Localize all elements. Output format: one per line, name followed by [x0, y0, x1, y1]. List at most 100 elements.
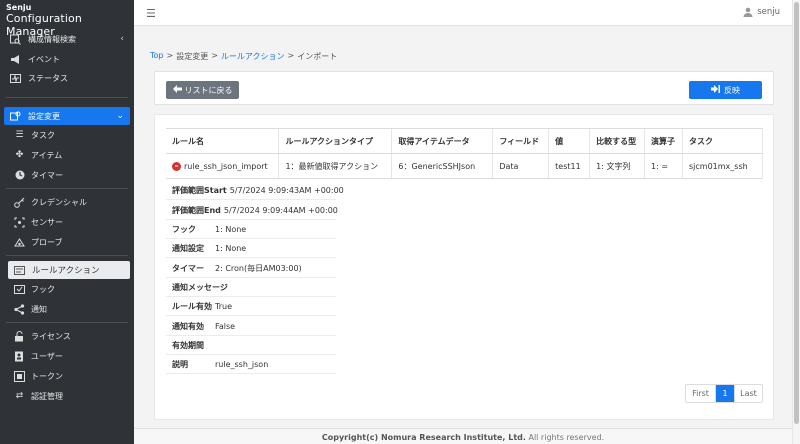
hamburger-icon[interactable]: ☰ [146, 7, 156, 20]
detail-key: ルール有効 [172, 301, 212, 311]
column-header: ルールアクションタイプ [278, 128, 392, 154]
detail-key: 評価範囲End [172, 205, 221, 215]
sidebar-divider [6, 188, 128, 189]
back-button-label: リストに戻る [184, 85, 233, 95]
pagination: First 1 Last [685, 384, 763, 403]
chevron-left-icon: ‹ [120, 34, 124, 44]
user-menu[interactable]: senju [743, 7, 780, 17]
rule-table: ルール名 ルールアクションタイプ 取得アイテムデータ フィールド 値 比較する型… [166, 128, 764, 179]
detail-key: 評価範囲Start [172, 185, 227, 195]
sidebar: Senju Configuration Manager 構成情報検索 ‹ イベン… [0, 0, 134, 444]
sidebar-divider [6, 97, 128, 98]
sidebar-item-label: ステータス [28, 73, 68, 83]
detail-key: タイマー [172, 263, 204, 273]
column-header: ルール名 [166, 128, 279, 154]
sidebar-item-label: クレデンシャル [31, 197, 87, 207]
user-book-icon [14, 351, 25, 362]
page-first-button[interactable]: First [686, 385, 716, 402]
table-row: – rule_ssh_json_import 1：最新値取得アクション 6：Gen… [166, 153, 764, 179]
sidebar-item-label: 通知 [31, 304, 47, 314]
sidebar-item-label: ユーザー [31, 351, 63, 361]
sidebar-item-settings[interactable]: 設定変更 ⌄ [4, 107, 130, 125]
sidebar-item-probe[interactable]: プローブ [0, 233, 134, 251]
vertical-scrollbar[interactable] [792, 0, 800, 444]
breadcrumb-rule-action[interactable]: ルールアクション [221, 51, 285, 62]
footer-copyright: Copyright(c) Nomura Research Institute, … [321, 433, 526, 442]
sidebar-item-task[interactable]: ☰ タスク [0, 126, 134, 144]
breadcrumb-import: インポート [297, 52, 338, 61]
page-current-button[interactable]: 1 [716, 385, 734, 402]
detail-value: False [215, 321, 236, 331]
sensor-icon [14, 217, 25, 228]
detail-key: 通知メッセージ [172, 282, 228, 292]
sidebar-item-timer[interactable]: タイマー [0, 166, 134, 184]
user-name: senju [757, 7, 780, 17]
apply-button[interactable]: 反映 [689, 81, 762, 99]
sidebar-item-event[interactable]: イベント [0, 50, 134, 68]
breadcrumb-top[interactable]: Top [150, 51, 164, 62]
brand-logo[interactable]: Senju Configuration Manager [0, 0, 134, 38]
settings-icon [10, 111, 21, 122]
detail-key: 通知設定 [172, 243, 204, 253]
sidebar-item-license[interactable]: ライセンス [0, 327, 134, 345]
sidebar-item-label: 構成情報検索 [28, 34, 76, 44]
detail-key: フック [172, 224, 196, 234]
sidebar-item-label: タスク [31, 130, 55, 140]
detail-description: 説明 rule_ssh_json [166, 355, 336, 374]
sidebar-item-config-search[interactable]: 構成情報検索 ‹ [0, 30, 134, 48]
sidebar-item-label: ライセンス [31, 331, 71, 341]
megaphone-icon [10, 54, 21, 65]
sidebar-item-label: プローブ [31, 237, 63, 247]
column-header: 取得アイテムデータ [391, 128, 493, 154]
sidebar-item-rule-action[interactable]: ルールアクション [8, 261, 130, 279]
sidebar-divider [6, 255, 128, 256]
table-cell: Data [492, 153, 549, 179]
rule-icon [14, 265, 25, 276]
column-header: フィールド [492, 128, 549, 154]
sidebar-item-user[interactable]: ユーザー [0, 347, 134, 365]
table-cell: 6：GenericSSHJson [391, 153, 493, 179]
remove-icon[interactable]: – [172, 161, 181, 171]
exchange-icon: ⇄ [15, 391, 24, 401]
unlock-icon [14, 330, 25, 342]
sidebar-item-label: アイテム [31, 150, 63, 160]
key-icon [14, 197, 25, 208]
sidebar-item-auth[interactable]: ⇄ 認証管理 [0, 387, 134, 405]
sidebar-item-hook[interactable]: フック [0, 280, 134, 298]
top-bar: ☰ senju [134, 0, 800, 26]
sidebar-item-credential[interactable]: クレデンシャル [0, 193, 134, 211]
detail-validity: 有効期間 [166, 336, 336, 355]
probe-icon [14, 237, 25, 248]
detail-value: True [215, 301, 232, 311]
task-list-icon: ☰ [15, 130, 24, 140]
breadcrumb-sep: > [166, 51, 174, 60]
table-cell: 1: = [644, 153, 683, 179]
column-header: 値 [548, 128, 590, 154]
sidebar-item-notify[interactable]: 通知 [0, 300, 134, 318]
chevron-down-icon: ⌄ [116, 111, 124, 121]
sidebar-item-label: イベント [28, 54, 60, 64]
detail-notify-setting: 通知設定 1: None [166, 239, 336, 258]
pulse-icon [10, 73, 21, 84]
table-cell: 1：最新値取得アクション [278, 153, 392, 179]
column-header: 演算子 [644, 128, 683, 154]
sidebar-item-label: センサー [31, 217, 63, 227]
breadcrumb-sep: > [211, 51, 218, 60]
detail-key: 通知有効 [172, 321, 204, 331]
detail-key: 有効期間 [172, 340, 204, 350]
sign-in-icon [711, 85, 720, 95]
sidebar-item-label: 認証管理 [31, 391, 63, 401]
apply-button-label: 反映 [724, 85, 740, 95]
page-last-button[interactable]: Last [734, 385, 762, 402]
sidebar-item-status[interactable]: ステータス [0, 69, 134, 87]
sidebar-item-token[interactable]: トークン [0, 367, 134, 385]
detail-eval-start: 評価範囲Start 5/7/2024 9:09:43AM +00:00 [166, 181, 344, 200]
import-panel: ルール名 ルールアクションタイプ 取得アイテムデータ フィールド 値 比較する型… [154, 114, 774, 420]
sidebar-item-sensor[interactable]: センサー [0, 213, 134, 231]
scrollbar-thumb[interactable] [794, 2, 799, 424]
sidebar-item-item[interactable]: ✤ アイテム [0, 146, 134, 164]
sidebar-item-label: 設定変更 [28, 111, 60, 121]
detail-value: 5/7/2024 9:09:44AM +00:00 [223, 205, 338, 215]
back-to-list-button[interactable]: リストに戻る [166, 81, 239, 99]
column-header: 比較する型 [589, 128, 645, 154]
